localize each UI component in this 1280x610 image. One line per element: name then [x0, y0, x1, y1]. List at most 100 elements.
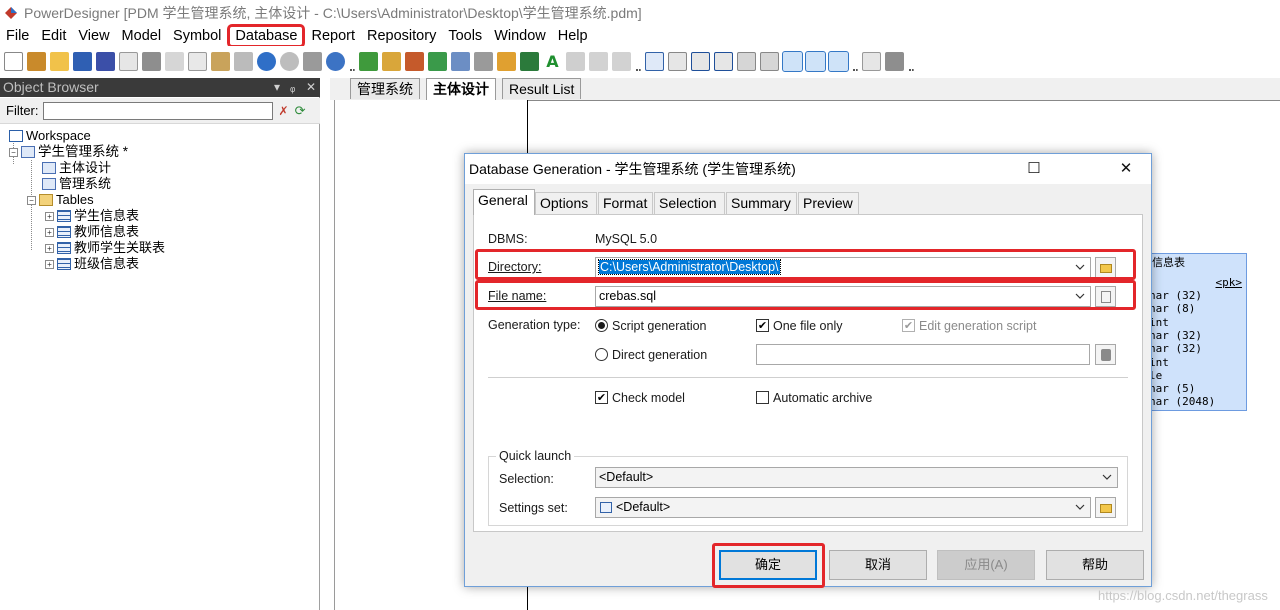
menu-model[interactable]: Model [116, 26, 168, 46]
pin-icon[interactable]: ᵩ [290, 78, 295, 97]
properties-icon[interactable] [303, 51, 322, 71]
arrow-left-icon[interactable] [589, 51, 608, 71]
arrow-right-icon[interactable] [612, 51, 631, 71]
collapse-icon[interactable]: − [9, 147, 18, 157]
diagram-icon[interactable] [645, 51, 664, 71]
tab-preview[interactable]: Preview [798, 192, 859, 214]
ok-button[interactable]: 确定 [719, 550, 817, 580]
open-icon[interactable] [50, 51, 69, 71]
menu-symbol[interactable]: Symbol [167, 26, 227, 46]
output-toggle-icon[interactable] [805, 50, 826, 72]
pencil-icon[interactable] [497, 51, 516, 71]
tab-options[interactable]: Options [535, 192, 597, 214]
menu-tools[interactable]: Tools [442, 26, 488, 46]
print-preview-icon[interactable] [119, 51, 138, 71]
menu-database[interactable]: Database [227, 24, 306, 48]
tree-table-item[interactable]: + 班级信息表 [45, 256, 139, 272]
dropdown-icon[interactable]: ▾ [274, 78, 280, 97]
collapse-icon[interactable]: − [27, 195, 36, 205]
table-entity-symbol[interactable]: 信息表 <pk> nar (32) nar (8) int nar (32) n… [1148, 253, 1247, 411]
toolbar-more-icon-4[interactable] [908, 51, 914, 71]
tile-icon[interactable] [737, 51, 756, 71]
tree-model[interactable]: − 学生管理系统 * [9, 144, 128, 160]
directory-combo[interactable]: C:\Users\Administrator\Desktop\ [595, 257, 1091, 278]
apply-filter-icon[interactable]: ⟳ [295, 103, 306, 119]
window-icon[interactable] [714, 51, 733, 71]
tree-table-item[interactable]: + 教师信息表 [45, 224, 139, 240]
maximize-icon[interactable]: ☐ [1011, 154, 1057, 184]
script-generation-radio[interactable] [595, 319, 608, 332]
tab-format[interactable]: Format [598, 192, 653, 214]
tab-summary[interactable]: Summary [726, 192, 797, 214]
direct-generation-radio[interactable] [595, 348, 608, 361]
format-icon[interactable] [566, 51, 585, 71]
tree-workspace[interactable]: Workspace [9, 128, 91, 144]
filter-input[interactable] [42, 101, 273, 120]
copy-icon[interactable] [188, 51, 207, 71]
delete-icon[interactable] [234, 51, 253, 71]
toolbar-more-icon[interactable] [349, 51, 355, 71]
new-icon[interactable] [4, 51, 23, 71]
procedure-icon[interactable] [451, 51, 470, 71]
data-source-button[interactable] [1095, 344, 1116, 365]
browse-directory-button[interactable] [1095, 257, 1116, 278]
tree-tables-folder[interactable]: − Tables [27, 192, 94, 208]
result-list-toggle-icon[interactable] [828, 50, 849, 72]
tree-diagram-main[interactable]: 主体设计 [42, 160, 111, 176]
browse-settings-button[interactable] [1095, 497, 1116, 518]
data-source-field[interactable] [756, 344, 1090, 365]
menu-view[interactable]: View [72, 26, 115, 46]
menu-window[interactable]: Window [488, 26, 552, 46]
tab-general[interactable]: General [473, 189, 535, 215]
layout-icon[interactable] [668, 51, 687, 71]
menu-repository[interactable]: Repository [361, 26, 442, 46]
expand-icon[interactable]: + [45, 259, 54, 269]
selection-combo[interactable]: <Default> [595, 467, 1118, 488]
paste-icon[interactable] [211, 51, 230, 71]
menu-report[interactable]: Report [305, 26, 361, 46]
align-icon[interactable] [691, 51, 710, 71]
cancel-button[interactable]: 取消 [829, 550, 927, 580]
tab-manage-system[interactable]: 管理系统 [350, 78, 420, 99]
zoom-icon[interactable] [862, 51, 881, 71]
browser-icon[interactable] [326, 51, 345, 71]
expand-icon[interactable]: + [45, 227, 54, 237]
tab-result-list[interactable]: Result List [502, 78, 582, 99]
save-all-icon[interactable] [96, 51, 115, 71]
text-icon[interactable]: A [543, 52, 562, 71]
help-button[interactable]: 帮助 [1046, 550, 1144, 580]
undo-icon[interactable] [257, 51, 276, 71]
tab-main-design[interactable]: 主体设计 [426, 78, 496, 100]
cascade-icon[interactable] [760, 51, 779, 71]
check-model-checkbox[interactable]: ✔ [595, 391, 608, 404]
print-2-icon[interactable] [885, 51, 904, 71]
tree-table-item[interactable]: + 学生信息表 [45, 208, 139, 224]
expand-icon[interactable]: + [45, 211, 54, 221]
print-icon[interactable] [142, 51, 161, 71]
close-icon[interactable]: ✕ [1103, 154, 1149, 184]
view-icon[interactable] [405, 51, 424, 71]
redo-icon[interactable] [280, 51, 299, 71]
grid-icon[interactable] [474, 51, 493, 71]
automatic-archive-checkbox[interactable] [756, 391, 769, 404]
tree-diagram-manage[interactable]: 管理系统 [42, 176, 111, 192]
table-icon[interactable] [382, 51, 401, 71]
link-icon[interactable] [520, 51, 539, 71]
toolbar-more-icon-3[interactable] [852, 51, 858, 71]
menu-help[interactable]: Help [552, 26, 594, 46]
clear-filter-icon[interactable]: ✗ [279, 104, 289, 118]
tree-table-item[interactable]: + 教师学生关联表 [45, 240, 165, 256]
save-icon[interactable] [73, 51, 92, 71]
settings-set-combo[interactable]: <Default> [595, 497, 1091, 518]
cut-icon[interactable] [165, 51, 184, 71]
refresh-icon[interactable] [428, 51, 447, 71]
filename-combo[interactable]: crebas.sql [595, 286, 1091, 307]
toolbar-more-icon-2[interactable] [635, 51, 641, 71]
one-file-only-checkbox[interactable]: ✔ [756, 319, 769, 332]
object-browser-toggle-icon[interactable] [782, 50, 803, 72]
package-icon[interactable] [359, 51, 378, 71]
close-icon[interactable]: ✕ [306, 78, 316, 97]
menu-file[interactable]: File [0, 26, 35, 46]
new-model-icon[interactable] [27, 51, 46, 71]
file-properties-button[interactable] [1095, 286, 1116, 307]
